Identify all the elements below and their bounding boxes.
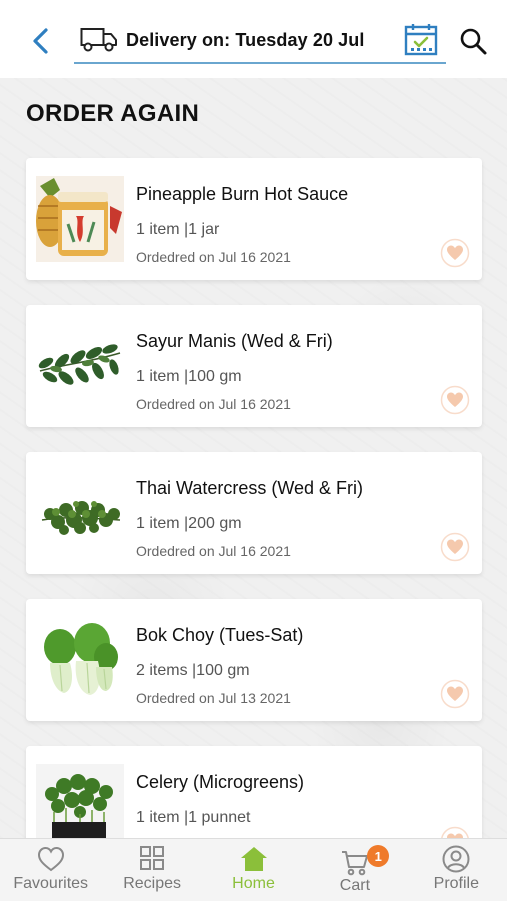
truck-icon bbox=[80, 26, 120, 54]
item-quantity: 2 items |100 gm bbox=[136, 662, 250, 679]
cart-icon bbox=[341, 851, 368, 876]
nav-cart[interactable]: 1 Cart bbox=[304, 839, 405, 901]
nav-cart-label: Cart bbox=[339, 877, 371, 894]
item-name: Bok Choy (Tues-Sat) bbox=[136, 625, 304, 645]
heart-icon bbox=[440, 238, 470, 268]
favourite-button[interactable] bbox=[440, 679, 470, 709]
sayur-manis-leaves-thumbnail bbox=[36, 323, 124, 409]
search-button[interactable] bbox=[458, 26, 488, 56]
item-name: Celery (Microgreens) bbox=[136, 772, 305, 792]
favourite-button[interactable] bbox=[440, 532, 470, 562]
item-quantity: 1 item |100 gm bbox=[136, 368, 242, 385]
nav-favourites[interactable]: Favourites bbox=[0, 839, 101, 901]
top-header: Delivery on: Tuesday 20 Jul bbox=[0, 0, 507, 78]
nav-profile[interactable]: Profile bbox=[406, 839, 507, 901]
order-date: Ordedred on Jul 13 2021 bbox=[136, 690, 291, 706]
nav-profile-label: Profile bbox=[433, 875, 479, 892]
order-date: Ordedred on Jul 16 2021 bbox=[136, 396, 291, 412]
order-card[interactable]: Sayur Manis (Wed & Fri) 1 item |100 gm O… bbox=[26, 305, 482, 427]
heart-icon bbox=[440, 679, 470, 709]
item-name: Pineapple Burn Hot Sauce bbox=[136, 184, 349, 204]
nav-recipes-label: Recipes bbox=[123, 875, 182, 892]
grid-icon bbox=[140, 846, 165, 870]
item-name: Sayur Manis (Wed & Fri) bbox=[136, 331, 333, 351]
nav-home-label: Home bbox=[232, 875, 275, 892]
watercress-thumbnail bbox=[36, 470, 124, 556]
home-icon bbox=[240, 847, 267, 871]
back-button[interactable] bbox=[26, 24, 56, 58]
delivery-date-selector[interactable]: Delivery on: Tuesday 20 Jul bbox=[74, 18, 446, 64]
nav-recipes[interactable]: Recipes bbox=[101, 839, 202, 901]
calendar-icon bbox=[404, 24, 438, 56]
item-quantity: 1 item |200 gm bbox=[136, 515, 242, 532]
chevron-left-icon bbox=[33, 28, 48, 54]
order-card[interactable]: Bok Choy (Tues-Sat) 2 items |100 gm Orde… bbox=[26, 599, 482, 721]
heart-icon bbox=[440, 385, 470, 415]
heart-icon bbox=[440, 532, 470, 562]
user-icon bbox=[442, 845, 470, 873]
nav-home[interactable]: Home bbox=[203, 839, 304, 901]
item-quantity: 1 item |1 jar bbox=[136, 221, 220, 238]
order-card[interactable]: Thai Watercress (Wed & Fri) 1 item |200 … bbox=[26, 452, 482, 574]
page-title: ORDER AGAIN bbox=[26, 100, 200, 127]
search-icon bbox=[460, 28, 487, 55]
bok-choy-thumbnail bbox=[36, 617, 124, 703]
hot-sauce-jar-thumbnail bbox=[36, 176, 124, 262]
order-card[interactable]: Pineapple Burn Hot Sauce 1 item |1 jar O… bbox=[26, 158, 482, 280]
item-name: Thai Watercress (Wed & Fri) bbox=[136, 478, 364, 498]
heart-outline-icon bbox=[37, 846, 64, 872]
favourite-button[interactable] bbox=[440, 238, 470, 268]
favourite-button[interactable] bbox=[440, 385, 470, 415]
cart-count-badge: 1 bbox=[367, 845, 390, 867]
calendar-button[interactable] bbox=[404, 22, 438, 56]
item-quantity: 1 item |1 punnet bbox=[136, 809, 251, 826]
delivery-date-text: Delivery on: Tuesday 20 Jul bbox=[126, 29, 365, 50]
order-date: Ordedred on Jul 16 2021 bbox=[136, 249, 291, 265]
order-date: Ordedred on Jul 16 2021 bbox=[136, 543, 291, 559]
nav-favourites-label: Favourites bbox=[13, 875, 89, 892]
bottom-navigation: Favourites Recipes Home 1 Cart Profile bbox=[0, 838, 507, 901]
